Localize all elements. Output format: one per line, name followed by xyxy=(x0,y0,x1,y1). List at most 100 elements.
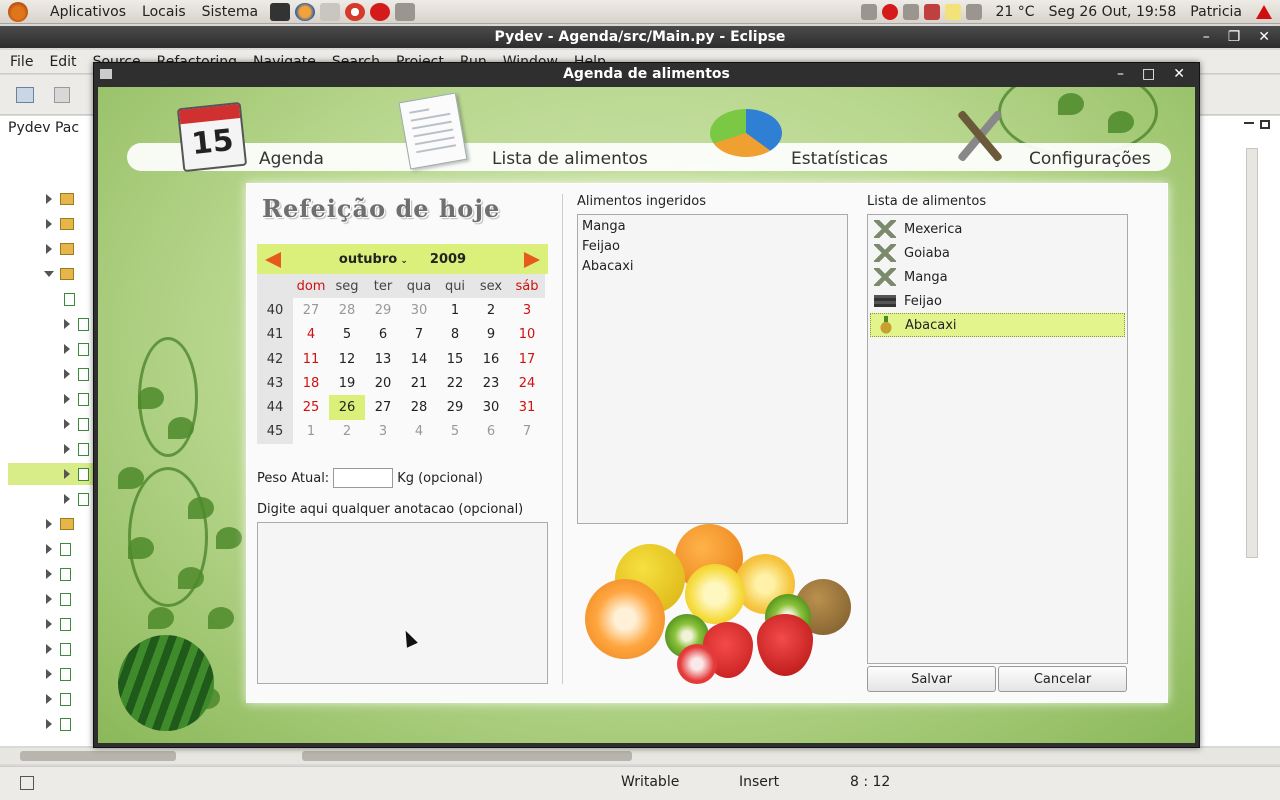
save-button[interactable]: Salvar xyxy=(867,666,996,692)
calendar-day[interactable]: 16 xyxy=(473,347,509,371)
dialog-minimize-icon[interactable]: – xyxy=(1117,63,1124,85)
menu-edit[interactable]: Edit xyxy=(49,54,76,70)
tree-row[interactable] xyxy=(46,713,71,735)
tree-row[interactable] xyxy=(46,538,71,560)
calendar-day[interactable]: 29 xyxy=(365,298,401,322)
tools-icon[interactable] xyxy=(950,105,1010,165)
close-icon[interactable]: ✕ xyxy=(1258,26,1270,48)
food-row-selected[interactable]: Abacaxi xyxy=(870,313,1125,337)
calendar-day[interactable]: 31 xyxy=(509,395,545,419)
expand-icon[interactable] xyxy=(64,369,70,379)
calendar-day[interactable]: 7 xyxy=(509,420,545,444)
opera-icon[interactable] xyxy=(370,2,391,21)
scroll-thumb-left[interactable] xyxy=(20,751,176,761)
expand-icon[interactable] xyxy=(64,494,70,504)
tree-row[interactable] xyxy=(64,488,89,510)
calendar-day[interactable]: 6 xyxy=(473,420,509,444)
dialog-close-icon[interactable]: ✕ xyxy=(1173,63,1185,85)
pie-chart-icon[interactable] xyxy=(710,109,782,157)
user-name[interactable]: Patricia xyxy=(1190,4,1242,20)
mail-icon[interactable] xyxy=(944,4,961,20)
expand-icon[interactable] xyxy=(46,719,52,729)
expand-icon[interactable] xyxy=(46,519,52,529)
expand-icon[interactable] xyxy=(46,244,52,254)
calendar-day[interactable]: 30 xyxy=(473,395,509,419)
calendar-icon[interactable]: 15 xyxy=(176,101,248,173)
calendar-day[interactable]: 13 xyxy=(365,347,401,371)
calendar-day[interactable]: 2 xyxy=(329,420,365,444)
tree-row[interactable] xyxy=(64,413,89,435)
tree-row[interactable] xyxy=(64,438,89,460)
tree-row[interactable] xyxy=(46,188,74,210)
maximize-view-icon[interactable] xyxy=(1260,120,1270,129)
tree-row[interactable] xyxy=(64,338,89,360)
menu-sistema[interactable]: Sistema xyxy=(202,4,258,20)
tree-row[interactable] xyxy=(46,563,71,585)
tree-row[interactable] xyxy=(46,663,71,685)
calendar-day[interactable]: 6 xyxy=(365,323,401,347)
list-item[interactable]: Abacaxi xyxy=(582,257,843,277)
calendar-day[interactable]: 9 xyxy=(473,323,509,347)
dialog-maximize-icon[interactable]: □ xyxy=(1142,63,1155,85)
tree-row[interactable] xyxy=(46,213,74,235)
network-icon[interactable] xyxy=(320,2,341,21)
calendar-day[interactable]: 10 xyxy=(509,323,545,347)
calendar-day[interactable]: 28 xyxy=(401,395,437,419)
tree-row[interactable] xyxy=(44,263,74,285)
minimize-icon[interactable]: – xyxy=(1203,26,1210,48)
expand-icon[interactable] xyxy=(46,644,52,654)
minimize-view-icon[interactable] xyxy=(1244,122,1254,124)
expand-icon[interactable] xyxy=(46,194,52,204)
horizontal-scrollbar[interactable] xyxy=(0,748,1280,764)
terminal-icon[interactable] xyxy=(270,2,291,21)
tree-row[interactable] xyxy=(46,513,74,535)
tree-row[interactable] xyxy=(46,688,71,710)
clock[interactable]: Seg 26 Out, 19:58 xyxy=(1049,4,1177,20)
calendar-day[interactable]: 7 xyxy=(401,323,437,347)
warning-icon[interactable] xyxy=(1256,5,1272,19)
expand-icon[interactable] xyxy=(46,594,52,604)
tree-row[interactable] xyxy=(46,638,71,660)
tab-estatisticas[interactable]: Estatísticas xyxy=(791,149,888,169)
explorer-tab[interactable]: Pydev Pac xyxy=(8,120,79,136)
maximize-icon[interactable]: ❐ xyxy=(1228,26,1241,48)
save-icon[interactable] xyxy=(54,87,70,103)
calendar-day[interactable]: 19 xyxy=(329,371,365,395)
opera-tray-icon[interactable] xyxy=(881,4,898,20)
calendar-day[interactable]: 21 xyxy=(401,371,437,395)
tab-agenda[interactable]: Agenda xyxy=(259,149,324,169)
network-tray-icon[interactable] xyxy=(902,4,919,20)
food-row[interactable]: Feijao xyxy=(870,289,1125,313)
new-file-icon[interactable] xyxy=(16,87,34,103)
calendar-day[interactable]: 27 xyxy=(365,395,401,419)
weather-temperature[interactable]: 21 °C xyxy=(996,4,1035,20)
tab-lista-de-alimentos[interactable]: Lista de alimentos xyxy=(492,149,648,169)
calendar-day[interactable]: 5 xyxy=(329,323,365,347)
scroll-thumb-editor[interactable] xyxy=(302,751,632,761)
expand-icon[interactable] xyxy=(46,694,52,704)
firefox-icon[interactable] xyxy=(295,2,316,21)
expand-icon[interactable] xyxy=(64,469,70,479)
calendar-day[interactable]: 20 xyxy=(365,371,401,395)
document-pen-icon[interactable] xyxy=(398,92,468,170)
gnome-foot-icon[interactable] xyxy=(8,1,28,22)
tree-row[interactable] xyxy=(64,288,75,310)
calendar-day[interactable]: 3 xyxy=(509,298,545,322)
calendar-day[interactable]: 25 xyxy=(293,395,329,419)
tree-row[interactable] xyxy=(64,313,89,335)
next-month-icon[interactable] xyxy=(524,252,540,268)
menu-locais[interactable]: Locais xyxy=(142,4,186,20)
battery-icon[interactable] xyxy=(923,4,940,20)
calendar-day[interactable]: 3 xyxy=(365,420,401,444)
pidgin-icon[interactable] xyxy=(860,4,877,20)
expand-icon[interactable] xyxy=(46,569,52,579)
calendar-day[interactable]: 22 xyxy=(437,371,473,395)
expand-icon[interactable] xyxy=(46,219,52,229)
expand-icon[interactable] xyxy=(46,619,52,629)
calendar-day[interactable]: 23 xyxy=(473,371,509,395)
expand-icon[interactable] xyxy=(64,344,70,354)
calendar-day[interactable]: 5 xyxy=(437,420,473,444)
calendar-day[interactable]: 18 xyxy=(293,371,329,395)
collapse-icon[interactable] xyxy=(44,271,54,277)
calendar-day[interactable]: 4 xyxy=(401,420,437,444)
